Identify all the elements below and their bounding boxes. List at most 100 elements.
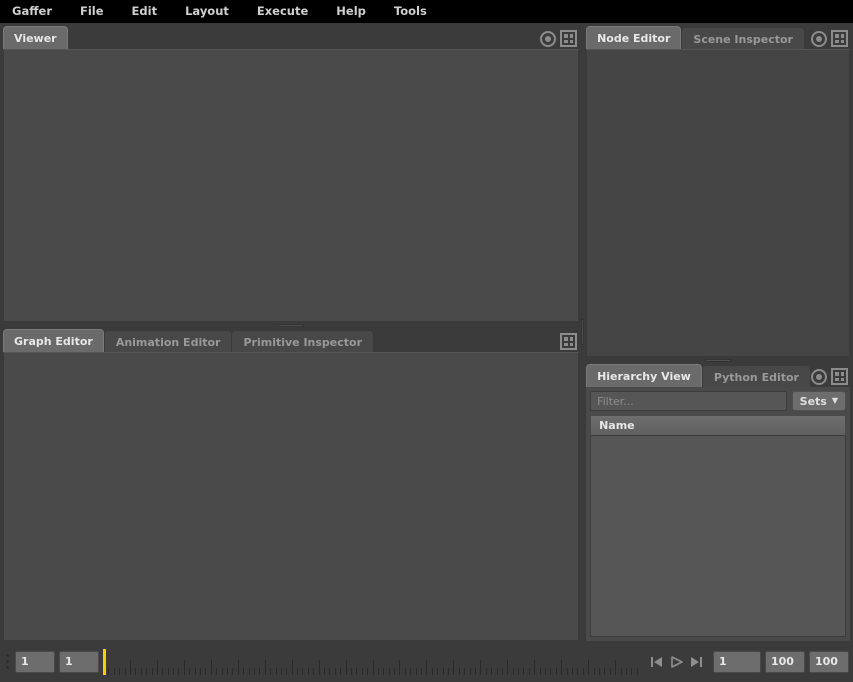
tab-graph-editor[interactable]: Graph Editor xyxy=(3,329,104,352)
menu-item-tools[interactable]: Tools xyxy=(394,0,441,23)
timeline-tick xyxy=(243,668,244,675)
end-frame-field[interactable] xyxy=(765,651,805,673)
timeline-tick xyxy=(383,668,384,675)
tab-primitive-inspector[interactable]: Primitive Inspector xyxy=(232,331,373,352)
right-horizontal-splitter[interactable] xyxy=(586,357,850,364)
start-frame-field[interactable] xyxy=(713,651,761,673)
timeline-tick xyxy=(173,668,174,675)
layout-grid-icon[interactable] xyxy=(831,368,848,385)
timeline-tick xyxy=(340,668,341,675)
timeline-tick xyxy=(416,668,417,675)
timeline-frame-field[interactable] xyxy=(15,651,55,673)
tab-animation-editor[interactable]: Animation Editor xyxy=(105,331,232,352)
timeline-tick xyxy=(491,668,492,675)
graph-editor-canvas[interactable] xyxy=(3,352,579,641)
timeline-tick xyxy=(437,668,438,675)
timeline-tick xyxy=(464,668,465,675)
node-editor-tabs: Node Editor Scene Inspector xyxy=(586,26,805,49)
graph-editor-tabbar: Graph Editor Animation Editor Primitive … xyxy=(3,329,579,352)
timeline-tick xyxy=(114,668,115,675)
timeline-ruler[interactable] xyxy=(103,649,640,675)
timeline-bar xyxy=(0,641,853,682)
sets-dropdown-button[interactable]: Sets ▼ xyxy=(792,391,846,411)
skip-to-start-icon[interactable] xyxy=(648,652,665,672)
menu-item-file[interactable]: File xyxy=(80,0,118,23)
timeline-tick xyxy=(152,668,153,675)
timeline-tick xyxy=(195,668,196,675)
hierarchy-table-body[interactable] xyxy=(590,436,846,637)
timeline-tick xyxy=(459,668,460,675)
timeline-tick xyxy=(572,668,573,675)
timeline-tick xyxy=(421,668,422,675)
hierarchy-table: Name xyxy=(590,415,846,637)
timeline-playhead[interactable] xyxy=(103,649,106,675)
filter-input[interactable] xyxy=(590,391,787,411)
main-vertical-splitter[interactable] xyxy=(579,23,586,641)
timeline-tick xyxy=(178,668,179,675)
timeline-tick xyxy=(426,660,427,675)
timeline-tick xyxy=(470,668,471,675)
menu-item-help[interactable]: Help xyxy=(336,0,380,23)
timeline-tick xyxy=(205,668,206,675)
tab-viewer[interactable]: Viewer xyxy=(3,26,68,49)
timeline-tick xyxy=(475,668,476,675)
skip-to-end-icon[interactable] xyxy=(688,652,705,672)
viewer-panel: Viewer xyxy=(3,26,579,322)
node-editor-content[interactable] xyxy=(586,49,850,357)
layout-grid-icon[interactable] xyxy=(560,30,577,47)
workspace: Viewer Graph Editor Animation Editor Pri… xyxy=(0,23,853,641)
layout-grid-icon[interactable] xyxy=(831,30,848,47)
timeline-tick xyxy=(302,668,303,675)
tab-hierarchy-view[interactable]: Hierarchy View xyxy=(586,364,702,387)
timeline-tick xyxy=(276,668,277,675)
timeline-tick xyxy=(286,668,287,675)
left-horizontal-splitter[interactable] xyxy=(3,322,579,329)
timeline-tick xyxy=(448,668,449,675)
timeline-tick xyxy=(211,660,212,675)
menu-item-edit[interactable]: Edit xyxy=(132,0,172,23)
timeline-tick xyxy=(227,668,228,675)
timeline-drag-handle-icon[interactable] xyxy=(4,650,11,674)
play-icon[interactable] xyxy=(668,652,685,672)
tab-node-editor[interactable]: Node Editor xyxy=(586,26,681,49)
pin-icon[interactable] xyxy=(811,369,827,385)
timeline-tick xyxy=(324,668,325,675)
menu-item-layout[interactable]: Layout xyxy=(185,0,243,23)
hierarchy-view-panel: Hierarchy View Python Editor Sets ▼ xyxy=(586,364,850,641)
timeline-tick xyxy=(319,660,320,675)
timeline-tick xyxy=(373,660,374,675)
timeline-frame-field-secondary[interactable] xyxy=(59,651,99,673)
tab-scene-inspector[interactable]: Scene Inspector xyxy=(682,28,804,49)
timeline-tick xyxy=(604,668,605,675)
pin-icon[interactable] xyxy=(540,31,556,47)
timeline-tick xyxy=(297,668,298,675)
hierarchy-view-content: Sets ▼ Name xyxy=(586,387,850,641)
timeline-range-fields xyxy=(713,651,849,673)
menu-item-gaffer[interactable]: Gaffer xyxy=(12,0,66,23)
menu-item-execute[interactable]: Execute xyxy=(257,0,322,23)
viewer-canvas[interactable] xyxy=(3,49,579,322)
timeline-tick xyxy=(108,668,109,675)
frame-rate-field[interactable] xyxy=(809,651,849,673)
tab-python-editor[interactable]: Python Editor xyxy=(703,366,810,387)
timeline-tick xyxy=(367,668,368,675)
graph-editor-tab-tools xyxy=(560,333,579,352)
timeline-tick xyxy=(346,660,347,675)
timeline-tick xyxy=(389,668,390,675)
timeline-tick xyxy=(610,668,611,675)
timeline-tick xyxy=(588,660,589,675)
timeline-tick xyxy=(599,668,600,675)
timeline-tick xyxy=(480,660,481,675)
timeline-tick xyxy=(507,660,508,675)
right-column: Node Editor Scene Inspector Hierarchy Vi… xyxy=(586,23,853,641)
transport-controls xyxy=(644,652,709,672)
pin-icon[interactable] xyxy=(811,31,827,47)
timeline-tick xyxy=(141,668,142,675)
node-editor-tabbar: Node Editor Scene Inspector xyxy=(586,26,850,49)
timeline-tick xyxy=(184,660,185,675)
timeline-tick xyxy=(378,668,379,675)
timeline-tick xyxy=(259,668,260,675)
layout-grid-icon[interactable] xyxy=(560,333,577,350)
column-header-name[interactable]: Name xyxy=(591,419,635,432)
hierarchy-table-header: Name xyxy=(590,415,846,436)
